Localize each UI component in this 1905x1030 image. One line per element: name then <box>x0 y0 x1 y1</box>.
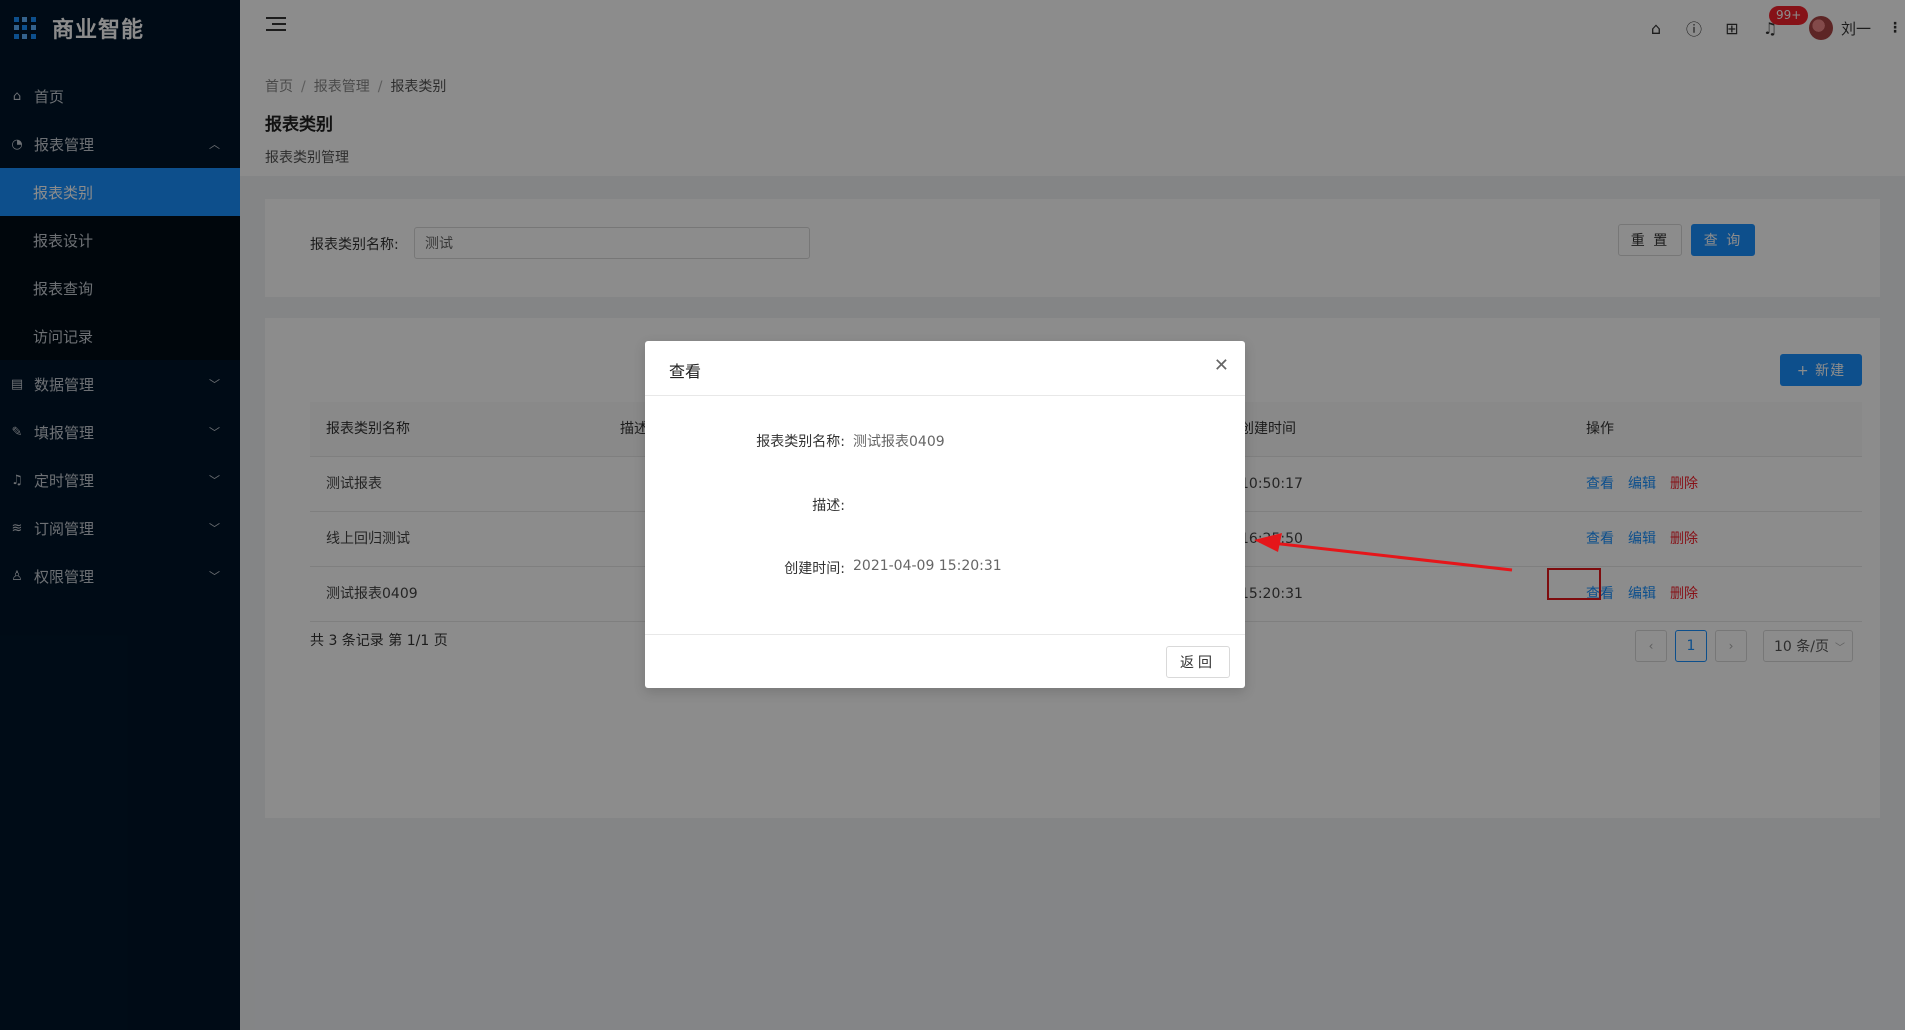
arrow-head <box>1254 533 1282 552</box>
arrow-shaft <box>1271 541 1513 572</box>
annotation-arrow <box>1254 533 1513 572</box>
